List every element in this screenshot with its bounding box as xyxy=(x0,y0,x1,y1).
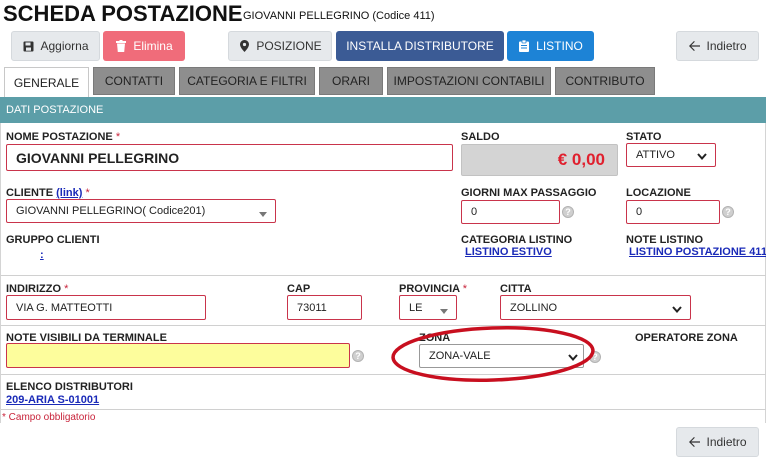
listino-button[interactable]: LISTINO xyxy=(507,31,594,61)
page-title: SCHEDA POSTAZIONE xyxy=(3,1,243,26)
giorni-max-label: GIORNI MAX PASSAGGIO xyxy=(461,187,597,199)
trash-icon xyxy=(115,40,127,52)
nome-postazione-label: NOME POSTAZIONE * xyxy=(6,131,121,143)
operatore-zona-label: OPERATORE ZONA xyxy=(635,332,738,344)
divider xyxy=(1,374,766,375)
map-marker-icon xyxy=(238,40,250,52)
aggiorna-button[interactable]: Aggiorna xyxy=(11,31,100,61)
cliente-label: CLIENTE (link) * xyxy=(6,187,90,199)
stato-label: STATO xyxy=(626,131,662,143)
divider xyxy=(1,325,766,326)
chevron-down-icon xyxy=(697,151,707,163)
saldo-value: € 0,00 xyxy=(461,144,618,176)
indietro-label: Indietro xyxy=(706,39,747,53)
categoria-listino-label: CATEGORIA LISTINO xyxy=(461,234,573,246)
categoria-listino-link[interactable]: LISTINO ESTIVO xyxy=(465,246,552,258)
note-listino-link[interactable]: LISTINO POSTAZIONE 411 xyxy=(629,246,766,258)
nome-postazione-input[interactable]: GIOVANNI PELLEGRINO xyxy=(6,144,453,171)
help-icon[interactable]: ? xyxy=(722,206,734,218)
section-header: DATI POSTAZIONE xyxy=(0,97,766,123)
tab-contatti[interactable]: CONTATTI xyxy=(93,67,175,95)
arrow-left-icon xyxy=(688,436,700,448)
chevron-down-icon xyxy=(672,304,682,316)
distributore-link[interactable]: 209-ARIA S-01001 xyxy=(6,394,99,406)
save-icon xyxy=(22,40,34,52)
gruppo-clienti-link[interactable]: : xyxy=(40,249,44,261)
citta-label: CITTA xyxy=(500,283,532,295)
elimina-button[interactable]: Elimina xyxy=(103,31,185,61)
giorni-max-input[interactable]: 0 xyxy=(461,200,560,224)
locazione-label: LOCAZIONE xyxy=(626,187,691,199)
note-listino-label: NOTE LISTINO xyxy=(626,234,703,246)
elimina-label: Elimina xyxy=(133,39,173,53)
arrow-left-icon xyxy=(688,40,700,52)
required-note: * Campo obbligatorio xyxy=(2,412,96,423)
indietro-button-top[interactable]: Indietro xyxy=(676,31,759,61)
listino-label: LISTINO xyxy=(536,39,583,53)
indirizzo-label: INDIRIZZO * xyxy=(6,283,69,295)
annotation-ellipse xyxy=(391,326,595,382)
caret-down-icon xyxy=(259,208,267,220)
tab-categoria-e-filtri[interactable]: CATEGORIA E FILTRI xyxy=(179,67,315,95)
cap-label: CAP xyxy=(287,283,311,295)
tab-generale[interactable]: GENERALE xyxy=(4,67,89,97)
saldo-label: SALDO xyxy=(461,131,500,143)
gruppo-clienti-label: GRUPPO CLIENTI xyxy=(6,234,100,246)
page-subtitle: GIOVANNI PELLEGRINO (Codice 411) xyxy=(243,10,435,22)
note-visibili-input[interactable] xyxy=(6,343,350,368)
posizione-button[interactable]: POSIZIONE xyxy=(228,31,332,61)
locazione-input[interactable]: 0 xyxy=(626,200,720,224)
posizione-label: POSIZIONE xyxy=(256,39,322,53)
installa-label: INSTALLA DISTRIBUTORE xyxy=(346,39,494,53)
installa-distributore-button[interactable]: INSTALLA DISTRIBUTORE xyxy=(336,31,504,61)
divider xyxy=(1,275,766,276)
help-icon[interactable]: ? xyxy=(352,350,364,362)
elenco-distributori-label: ELENCO DISTRIBUTORI xyxy=(6,381,133,393)
cap-input[interactable]: 73011 xyxy=(287,295,362,320)
cliente-select[interactable]: GIOVANNI PELLEGRINO( Codice201) xyxy=(6,199,276,223)
indirizzo-input[interactable]: VIA G. MATTEOTTI xyxy=(6,295,206,320)
citta-select[interactable]: ZOLLINO xyxy=(500,295,691,320)
provincia-label: PROVINCIA * xyxy=(399,283,468,295)
tab-contributo[interactable]: CONTRIBUTO xyxy=(555,67,655,95)
aggiorna-label: Aggiorna xyxy=(40,39,89,53)
tab-impostazioni-contabili[interactable]: IMPOSTAZIONI CONTABILI xyxy=(387,67,551,95)
indietro-button-bottom[interactable]: Indietro xyxy=(676,427,759,457)
stato-select[interactable]: ATTIVO xyxy=(626,143,716,167)
caret-down-icon xyxy=(440,305,448,317)
cliente-link[interactable]: (link) xyxy=(56,187,82,199)
provincia-select[interactable]: LE xyxy=(399,295,457,320)
indietro-label: Indietro xyxy=(706,435,747,449)
tab-orari[interactable]: ORARI xyxy=(319,67,383,95)
clipboard-icon xyxy=(518,40,530,52)
help-icon[interactable]: ? xyxy=(562,206,574,218)
divider xyxy=(1,409,766,410)
